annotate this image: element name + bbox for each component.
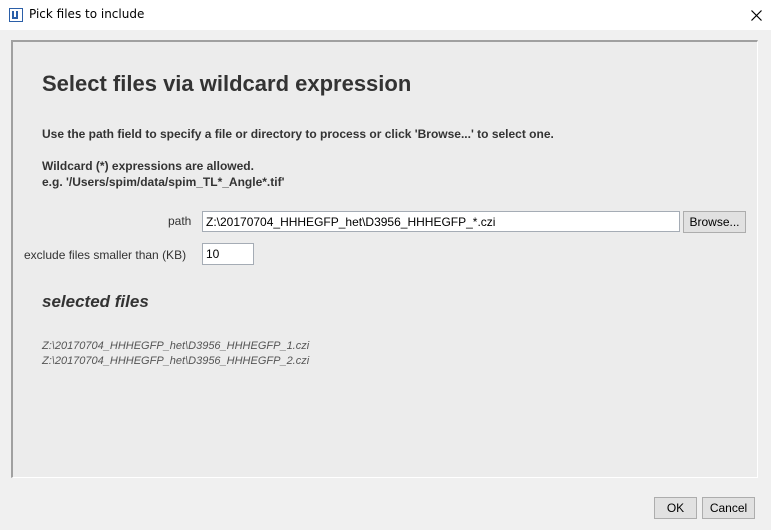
exclude-size-input[interactable] [202,243,254,265]
wildcard-note: Wildcard (*) expressions are allowed. [42,159,254,173]
selected-files-heading: selected files [42,292,149,311]
selected-file-item: Z:\20170704_HHHEGFP_het\D3956_HHHEGFP_1.… [42,340,310,352]
selected-file-item: Z:\20170704_HHHEGFP_het\D3956_HHHEGFP_2.… [42,355,310,367]
window-title: Pick files to include [29,7,145,21]
ok-button[interactable]: OK [654,497,697,519]
wildcard-example: e.g. '/Users/spim/data/spim_TL*_Angle*.t… [42,175,285,189]
page-title: Select files via wildcard expression [42,71,412,96]
browse-button[interactable]: Browse... [683,211,746,233]
title-bar: Pick files to include [0,0,771,30]
instruction-text: Use the path field to specify a file or … [42,127,554,141]
path-input[interactable] [202,211,680,232]
path-label: path [168,214,192,228]
imagej-icon [9,8,23,22]
cancel-button[interactable]: Cancel [702,497,755,519]
close-icon [750,9,762,21]
exclude-label: exclude files smaller than (KB) [24,248,187,262]
close-button[interactable] [741,0,771,30]
